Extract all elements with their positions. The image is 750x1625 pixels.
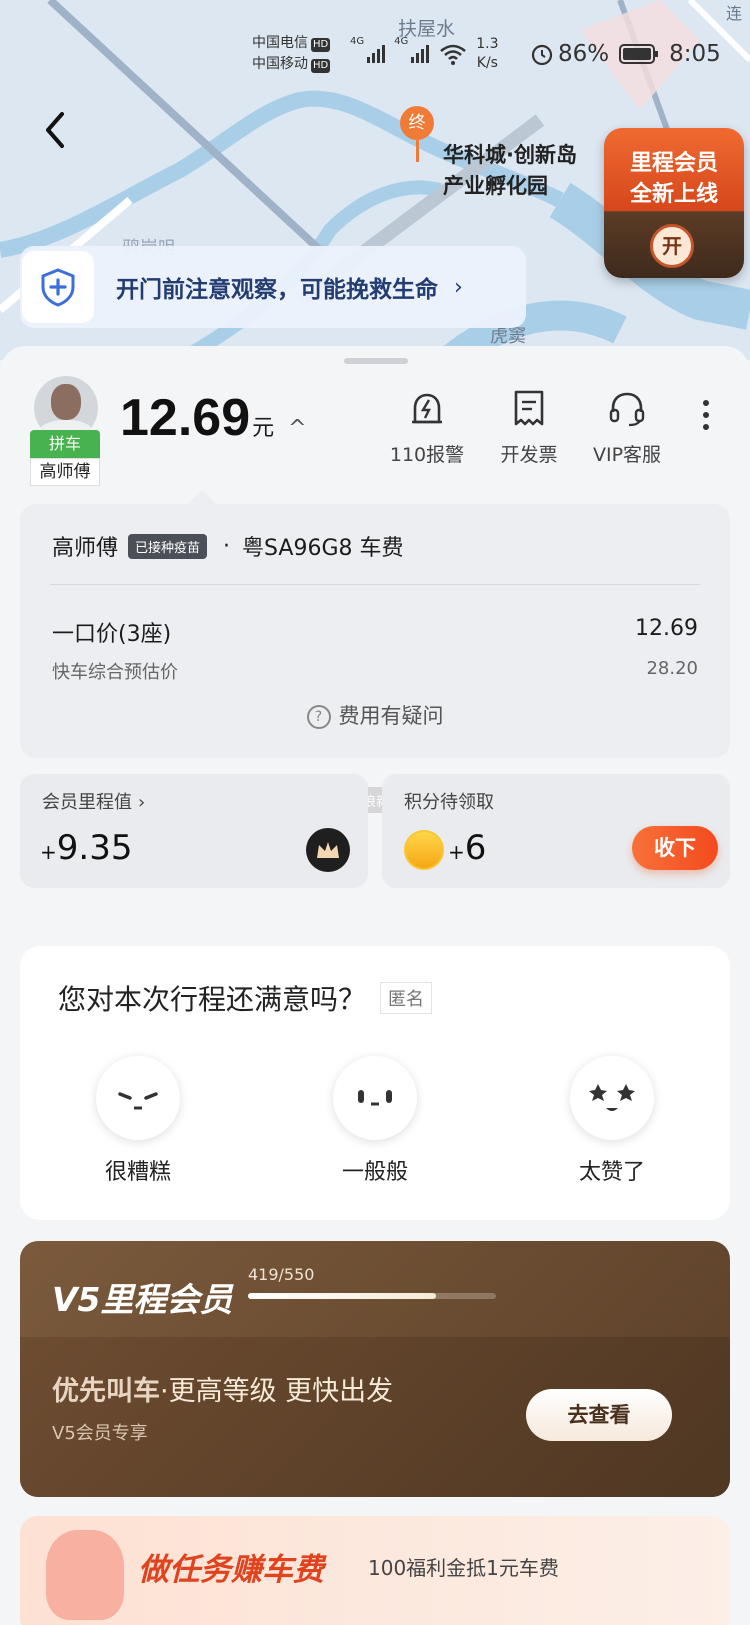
star-eyes-face-icon — [570, 1056, 654, 1140]
trip-bottom-sheet: 拼车 高师傅 12.69 元 ^ 110报警 开发票 VIP客服 高师傅 已接种… — [0, 346, 750, 1625]
member-promo-open-button[interactable]: 开 — [650, 224, 694, 268]
action-label: 开发票 — [500, 444, 558, 466]
points-value: +6 — [448, 828, 487, 868]
signal-icon — [367, 45, 386, 63]
lucky-cat-icon — [46, 1530, 124, 1620]
collect-points-button[interactable]: 收下 — [632, 826, 718, 870]
carpool-tag: 拼车 — [30, 430, 100, 458]
vip-slogan: 优先叫车·更高等级 更快出发 — [52, 1376, 394, 1407]
fare-header: 高师傅 已接种疫苗 · 粤SA96G8 车费 — [52, 530, 404, 562]
anonymous-tag: 匿名 — [380, 982, 433, 1014]
safety-text: 开门前注意观察，可能挽救生命 — [116, 277, 438, 303]
rating-label: 太赞了 — [578, 1160, 645, 1185]
net-type: 4G — [350, 36, 365, 47]
safety-banner[interactable]: 开门前注意观察，可能挽救生命 › — [20, 246, 526, 328]
headset-icon — [609, 392, 645, 427]
vip-progress-bar — [248, 1293, 496, 1299]
back-arrow-icon — [46, 112, 64, 148]
fare-question-text: 费用有疑问 — [338, 704, 444, 728]
drag-handle[interactable] — [344, 358, 408, 364]
invoice-icon — [514, 390, 544, 426]
signal-group: 4G 4G 1.3 K/s — [350, 32, 499, 76]
vaccine-badge: 已接种疫苗 — [128, 533, 208, 559]
battery-icon — [619, 44, 659, 64]
points-label: 积分待领取 — [404, 792, 494, 813]
chevron-right-icon: › — [454, 274, 463, 300]
crown-icon — [306, 828, 350, 872]
fare-total[interactable]: 12.69 元 ^ — [120, 388, 307, 448]
rating-label: 很糟糕 — [104, 1160, 171, 1185]
fare-detail-card: 高师傅 已接种疫苗 · 粤SA96G8 车费 一口价(3座) 12.69 快车综… — [20, 489, 730, 758]
clock-time: 8:05 — [669, 41, 721, 67]
status-carriers: 中国电信 HD 中国移动 HD — [252, 32, 331, 76]
carrier-1: 中国电信 — [252, 35, 308, 51]
back-button[interactable] — [38, 108, 72, 152]
net-speed: 1.3 K/s — [476, 36, 499, 71]
status-right: 86% 8:05 — [530, 32, 721, 76]
task-banner[interactable]: 做任务赚车费 100福利金抵1元车费 — [20, 1516, 730, 1625]
more-menu-button[interactable] — [700, 400, 712, 440]
hd-badge: HD — [311, 59, 331, 73]
mileage-card[interactable]: 会员里程值 › +9.35 — [20, 774, 368, 888]
fare-unit: 元 — [252, 416, 275, 441]
shield-plus-icon — [22, 251, 94, 323]
net-type: 4G — [394, 36, 409, 47]
police-110-button[interactable]: 110报警 — [372, 388, 482, 467]
fare-row: 一口价(3座) 12.69 — [52, 616, 698, 648]
fare-amount: 12.69 — [120, 389, 251, 447]
signal-icon — [411, 45, 430, 63]
destination-pin-icon: 终 — [400, 106, 434, 140]
vip-membership-card[interactable]: V5里程会员 419/550 优先叫车·更高等级 更快出发 V5会员专享 去查看 — [20, 1241, 730, 1497]
fare-row-value: 12.69 — [635, 616, 698, 641]
destination-name: 华科城·创新岛 产业孵化园 — [443, 143, 577, 198]
map-label: 连 — [726, 4, 743, 23]
mileage-value: +9.35 — [40, 828, 133, 868]
rating-card: 您对本次行程还满意吗？ 匿名 很糟糕 一般般 太赞了 — [20, 946, 730, 1220]
view-vip-button[interactable]: 去查看 — [526, 1389, 672, 1441]
angry-face-icon — [96, 1056, 180, 1140]
wifi-icon — [440, 44, 467, 65]
vip-subtitle: V5会员专享 — [52, 1423, 148, 1444]
hd-badge: HD — [311, 38, 331, 52]
rating-ok[interactable]: 一般般 — [305, 1056, 445, 1186]
battery-percent: 86% — [558, 41, 610, 67]
alarm-icon — [412, 393, 442, 424]
separator: · — [223, 533, 231, 559]
question-icon: ? — [306, 705, 331, 729]
destination-stem — [416, 140, 419, 162]
vip-title: V5里程会员 — [52, 1280, 233, 1319]
rating-bad[interactable]: 很糟糕 — [68, 1056, 208, 1186]
action-label: 110报警 — [389, 444, 465, 466]
member-promo-title: 里程会员 全新上线 — [629, 151, 718, 207]
action-label: VIP客服 — [592, 444, 662, 466]
fare-row-label: 快车综合预估价 — [52, 662, 178, 683]
invoice-button[interactable]: 开发票 — [474, 388, 584, 467]
alarm-clock-icon — [531, 44, 553, 66]
driver-name: 高师傅 — [52, 536, 119, 561]
vip-service-button[interactable]: VIP客服 — [572, 388, 682, 467]
driver-name-tag: 高师傅 — [30, 458, 100, 486]
mileage-label: 会员里程值 › — [42, 792, 146, 813]
coin-icon — [404, 830, 444, 870]
points-card: 积分待领取 +6 收下 — [382, 774, 730, 888]
vip-progress-fill — [248, 1293, 437, 1299]
rating-label: 一般般 — [341, 1160, 408, 1185]
rating-great[interactable]: 太赞了 — [542, 1056, 682, 1186]
screen: { "status_bar":{"carrier1":"中国电信","carri… — [0, 0, 750, 1625]
task-title: 做任务赚车费 — [138, 1552, 324, 1588]
fare-question-link[interactable]: ? 费用有疑问 — [20, 700, 730, 730]
plate-number: 粤SA96G8 车费 — [242, 536, 404, 561]
chevron-up-icon: ^ — [288, 416, 307, 441]
vip-progress-text: 419/550 — [248, 1265, 315, 1284]
rating-question: 您对本次行程还满意吗？ 匿名 — [58, 978, 433, 1018]
member-promo-badge[interactable]: 里程会员 全新上线 开 — [604, 128, 744, 278]
fare-row-value: 28.20 — [646, 658, 698, 679]
neutral-face-icon — [333, 1056, 417, 1140]
fare-row-label: 一口价(3座) — [52, 622, 172, 647]
chevron-right-icon: › — [138, 792, 146, 813]
fare-row: 快车综合预估价 28.20 — [52, 658, 698, 684]
task-desc: 100福利金抵1元车费 — [368, 1556, 559, 1580]
divider — [50, 584, 700, 585]
carrier-2: 中国移动 — [252, 56, 308, 72]
